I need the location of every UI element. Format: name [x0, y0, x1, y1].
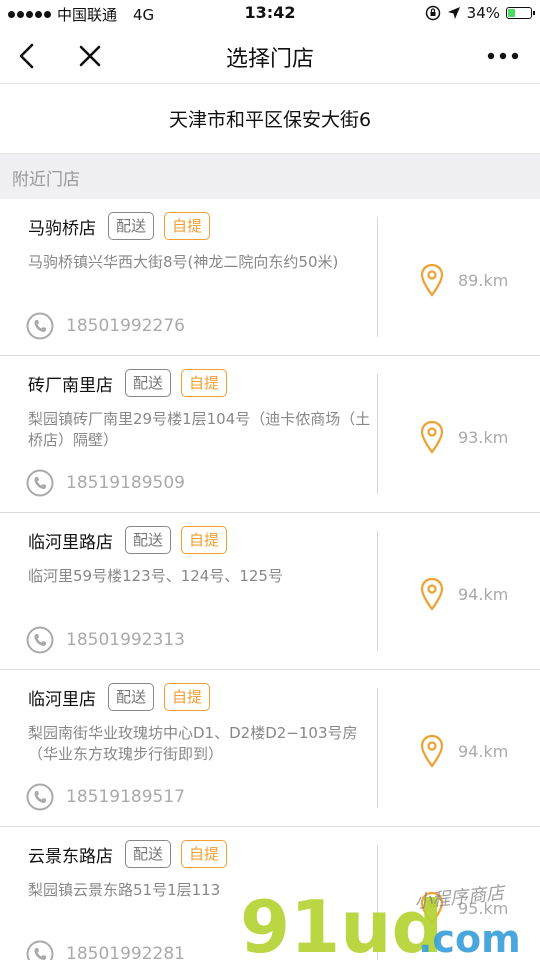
watermark-brand: 91ud [240, 885, 443, 960]
store-name-row: 砖厂南里店 配送 自提 [28, 369, 228, 397]
delivery-tag: 配送 [125, 840, 172, 868]
card-divider [377, 531, 378, 651]
more-button[interactable] [486, 42, 520, 70]
store-name: 临河里路店 [28, 532, 113, 553]
store-phone: 18501992281 [66, 944, 185, 960]
store-name-row: 马驹桥店 配送 自提 [28, 212, 211, 240]
phone-icon [26, 626, 54, 654]
nav-bar: 选择门店 [0, 28, 540, 84]
store-phone-row[interactable]: 18501992281 [26, 940, 185, 960]
page-title: 选择门店 [225, 47, 314, 72]
store-name-row: 云景东路店 配送 自提 [28, 840, 228, 868]
phone-icon [26, 940, 54, 960]
store-name: 马驹桥店 [28, 218, 96, 239]
delivery-tag: 配送 [125, 369, 172, 397]
phone-icon [26, 469, 54, 497]
location-pin-icon [420, 734, 444, 768]
store-phone-row[interactable]: 18501992313 [26, 626, 185, 654]
store-address: 临河里59号楼123号、124号、125号 [28, 567, 283, 585]
store-distance: 94.km [458, 584, 509, 604]
delivery-tag: 配送 [108, 212, 155, 240]
store-distance-row[interactable]: 94.km [420, 577, 508, 611]
store-distance: 94.km [458, 741, 509, 761]
store-card[interactable]: 临河里店 配送 自提 梨园南街华业玫瑰坊中心D1、D2楼D2−103号房（华业东… [0, 670, 540, 827]
store-distance-row[interactable]: 89.km [420, 263, 508, 297]
store-phone-row[interactable]: 18519189517 [26, 783, 185, 811]
pickup-tag: 自提 [164, 212, 211, 240]
store-address: 马驹桥镇兴华西大街8号(神龙二院向东约50米) [28, 253, 339, 271]
location-pin-icon [420, 420, 444, 454]
more-dots-icon [487, 52, 519, 60]
status-right: 34% [425, 4, 535, 22]
store-name: 临河里店 [28, 689, 96, 710]
store-distance-row[interactable]: 94.km [420, 734, 508, 768]
store-distance: 89.km [458, 270, 509, 290]
store-distance-row[interactable]: 93.km [420, 420, 508, 454]
status-bar: 中国联通 4G 13:42 34% [0, 0, 540, 28]
phone-icon [26, 783, 54, 811]
store-distance: 93.km [458, 427, 509, 447]
pickup-tag: 自提 [181, 369, 228, 397]
rotation-lock-icon [425, 5, 440, 21]
store-name-row: 临河里店 配送 自提 [28, 683, 211, 711]
store-phone: 18501992276 [66, 316, 185, 336]
pickup-tag: 自提 [164, 683, 211, 711]
store-card[interactable]: 临河里路店 配送 自提 临河里59号楼123号、124号、125号 185019… [0, 513, 540, 670]
location-pin-icon [420, 577, 444, 611]
location-pin-icon [420, 263, 444, 297]
location-arrow-icon [447, 7, 460, 19]
store-phone: 18519189517 [66, 787, 185, 807]
phone-icon [26, 312, 54, 340]
card-divider [377, 217, 378, 337]
store-card[interactable]: 马驹桥店 配送 自提 马驹桥镇兴华西大街8号(神龙二院向东约50米) 18501… [0, 199, 540, 356]
store-address: 梨园南街华业玫瑰坊中心D1、D2楼D2−103号房（华业东方玫瑰步行街即到） [28, 724, 358, 763]
store-phone: 18519189509 [66, 473, 185, 493]
store-card[interactable]: 砖厂南里店 配送 自提 梨园镇砖厂南里29号楼1层104号（迪卡侬商场（土桥店）… [0, 356, 540, 513]
pickup-tag: 自提 [181, 840, 228, 868]
store-name-row: 临河里路店 配送 自提 [28, 526, 228, 554]
store-phone-row[interactable]: 18519189509 [26, 469, 185, 497]
watermark-suffix: .com [418, 917, 521, 960]
watermark-logo: 91ud .com 小程序商店 [240, 882, 521, 960]
card-divider [377, 374, 378, 494]
store-address: 梨园镇砖厂南里29号楼1层104号（迪卡侬商场（土桥店）隔壁） [28, 410, 371, 449]
store-phone-row[interactable]: 18501992276 [26, 312, 185, 340]
battery-percent: 34% [466, 4, 500, 22]
delivery-tag: 配送 [108, 683, 155, 711]
store-name: 云景东路店 [28, 846, 113, 867]
delivery-tag: 配送 [125, 526, 172, 554]
battery-icon [506, 7, 535, 19]
pickup-tag: 自提 [181, 526, 228, 554]
card-divider [377, 688, 378, 808]
section-label-nearby: 附近门店 [12, 170, 80, 190]
store-phone: 18501992313 [66, 630, 185, 650]
store-list: 马驹桥店 配送 自提 马驹桥镇兴华西大街8号(神龙二院向东约50米) 18501… [0, 199, 540, 960]
current-address[interactable]: 天津市和平区保安大街6 [0, 84, 540, 154]
store-name: 砖厂南里店 [28, 375, 113, 396]
